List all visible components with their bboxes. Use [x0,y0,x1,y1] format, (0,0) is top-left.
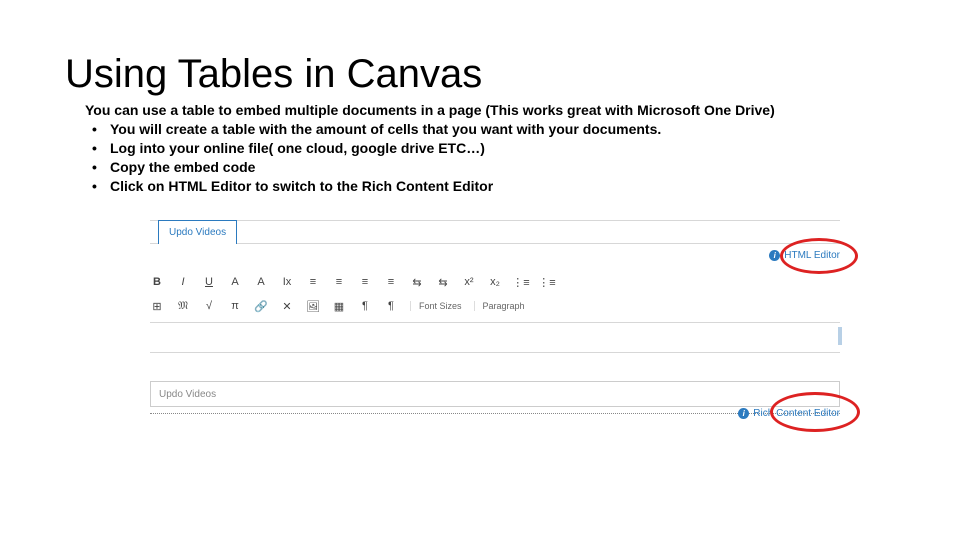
italic-icon[interactable]: I [176,275,190,289]
bullet-list: You will create a table with the amount … [88,120,661,196]
number-list-icon[interactable]: ⋮≡ [540,275,554,289]
bold-icon[interactable]: B [150,275,164,289]
table-icon[interactable]: ⊞ [150,299,164,313]
toolbar-row-2: ⊞ 𝔐 √ π 🔗 ✕ 🖼 ▦ ¶ ¶ Font Sizes Paragraph [150,296,840,316]
info-icon: i [769,250,780,261]
text-color-icon[interactable]: A [228,275,242,289]
indent-icon[interactable]: ⇆ [436,275,450,289]
ltr-icon[interactable]: ¶ [358,299,372,313]
list-item: Copy the embed code [88,158,661,177]
editor-content-area[interactable] [150,323,840,353]
paragraph-select[interactable]: Paragraph [474,301,525,311]
bg-color-icon[interactable]: A [254,275,268,289]
superscript-icon[interactable]: x² [462,275,476,289]
tab-bar: Updo Videos [150,220,840,244]
rich-text-toolbar: B I U A A Ix ≡ ≡ ≡ ≡ ⇆ ⇆ x² x₂ ⋮≡ ⋮≡ ⊞ 𝔐 [150,268,840,323]
list-item: Log into your online file( one cloud, go… [88,139,661,158]
embed-icon[interactable]: 𝔐 [176,299,190,313]
rtl-icon[interactable]: ¶ [384,299,398,313]
title-input[interactable]: Updo Videos [150,381,840,407]
unlink-icon[interactable]: ✕ [280,299,294,313]
page-title: Using Tables in Canvas [65,52,482,97]
align-justify-icon[interactable]: ≡ [384,275,398,289]
bullet-list-icon[interactable]: ⋮≡ [514,275,528,289]
media-icon[interactable]: ▦ [332,299,346,313]
clear-format-icon[interactable]: Ix [280,275,294,289]
font-size-select[interactable]: Font Sizes [410,301,462,311]
image-icon[interactable]: 🖼 [306,299,320,313]
underline-icon[interactable]: U [202,275,216,289]
tab-updo-videos[interactable]: Updo Videos [158,220,237,244]
annotation-circle-rich-content [770,392,860,432]
title-input-value: Updo Videos [159,389,216,400]
editor-screenshot: Updo Videos i HTML Editor B I U A A Ix ≡… [150,220,840,414]
annotation-circle-html-editor [780,238,858,274]
outdent-icon[interactable]: ⇆ [410,275,424,289]
align-right-icon[interactable]: ≡ [358,275,372,289]
list-item: Click on HTML Editor to switch to the Ri… [88,177,661,196]
link-icon[interactable]: 🔗 [254,299,268,313]
pi-icon[interactable]: π [228,299,242,313]
toolbar-row-1: B I U A A Ix ≡ ≡ ≡ ≡ ⇆ ⇆ x² x₂ ⋮≡ ⋮≡ [150,272,840,292]
align-left-icon[interactable]: ≡ [306,275,320,289]
sqrt-icon[interactable]: √ [202,299,216,313]
resize-handle[interactable] [838,327,842,345]
align-center-icon[interactable]: ≡ [332,275,346,289]
info-icon: i [738,408,749,419]
list-item: You will create a table with the amount … [88,120,661,139]
slide: Using Tables in Canvas You can use a tab… [0,0,960,540]
description: You can use a table to embed multiple do… [85,102,775,118]
divider [150,413,840,414]
subscript-icon[interactable]: x₂ [488,275,502,289]
